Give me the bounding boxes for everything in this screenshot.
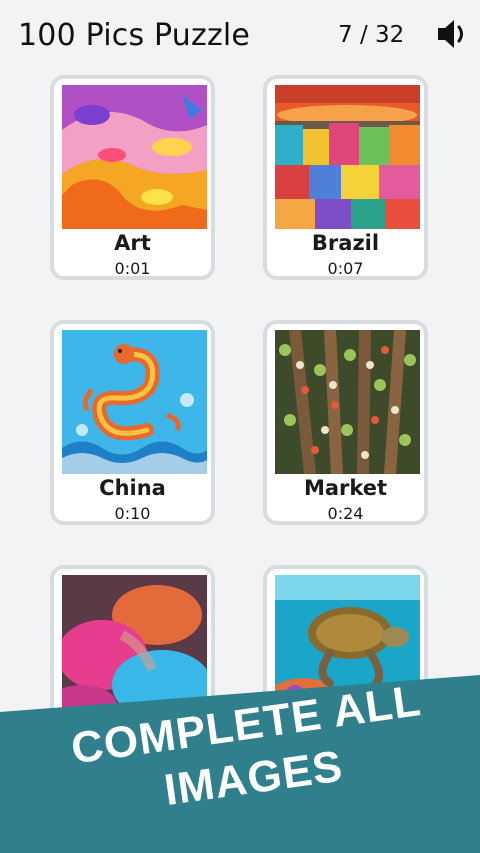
puzzle-thumbnail-market — [275, 330, 420, 474]
puzzle-card-market[interactable]: Market 0:24 — [263, 320, 428, 525]
puzzle-thumbnail-art — [62, 85, 207, 229]
puzzle-name: Market — [303, 476, 388, 500]
puzzle-card-china[interactable]: China 0:10 — [50, 320, 215, 525]
progress-counter: 7 / 32 — [338, 22, 405, 48]
puzzle-card-brazil[interactable]: Brazil 0:07 — [263, 75, 428, 280]
speaker-icon[interactable] — [432, 14, 472, 54]
puzzle-time: 0:10 — [114, 504, 151, 523]
puzzle-card-art[interactable]: Art 0:01 — [50, 75, 215, 280]
puzzle-time: 0:01 — [114, 259, 151, 278]
puzzle-time: 0:07 — [327, 259, 364, 278]
puzzle-name: Art — [114, 231, 151, 255]
puzzle-name: Brazil — [311, 231, 380, 255]
header-bar: 100 Pics Puzzle 7 / 32 — [0, 0, 480, 72]
puzzle-time: 0:24 — [327, 504, 364, 523]
app-title: 100 Pics Puzzle — [18, 18, 251, 53]
puzzle-thumbnail-china — [62, 330, 207, 474]
puzzle-name: China — [99, 476, 166, 500]
promo-banner: COMPLETE ALL IMAGES — [0, 670, 480, 853]
puzzle-thumbnail-brazil — [275, 85, 420, 229]
